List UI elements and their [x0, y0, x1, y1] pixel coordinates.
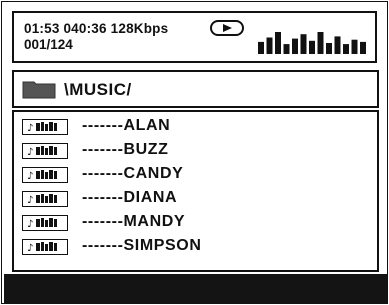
svg-text:♪: ♪: [27, 219, 33, 230]
list-item[interactable]: ♪ -------SIMPSON: [22, 237, 362, 259]
equalizer-bar: [334, 36, 341, 54]
svg-text:♪: ♪: [27, 195, 33, 206]
play-icon[interactable]: [210, 20, 244, 36]
music-file-icon: ♪: [22, 239, 68, 255]
equalizer-icon: [258, 32, 366, 54]
equalizer-bar: [317, 32, 324, 54]
equalizer-bar: [343, 44, 349, 54]
path-bar: \MUSIC/: [12, 70, 379, 108]
list-item[interactable]: ♪ -------BUZZ: [22, 141, 362, 163]
file-list: ♪ -------ALAN ♪ -------BUZZ ♪ -------CAN…: [12, 110, 379, 272]
equalizer-bar: [258, 41, 264, 54]
music-file-icon: ♪: [22, 143, 68, 159]
equalizer-bar: [300, 34, 307, 54]
list-item-label: -------DIANA: [82, 189, 178, 206]
list-item-label: -------BUZZ: [82, 141, 169, 158]
list-item-label: -------CANDY: [82, 165, 184, 182]
list-item[interactable]: ♪ -------ALAN: [22, 117, 362, 139]
bottom-status-bar: [4, 274, 387, 304]
svg-text:♪: ♪: [27, 147, 33, 158]
list-item-label: -------MANDY: [82, 213, 186, 230]
music-file-icon: ♪: [22, 119, 68, 135]
equalizer-bar: [326, 43, 332, 54]
music-file-icon: ♪: [22, 215, 68, 231]
equalizer-bar: [266, 37, 273, 54]
status-panel: 01:53 040:36 128Kbps 001/124: [12, 11, 377, 63]
list-item[interactable]: ♪ -------CANDY: [22, 165, 362, 187]
track-counter: 001/124: [24, 37, 73, 52]
svg-text:♪: ♪: [27, 123, 33, 134]
equalizer-bar: [275, 32, 281, 54]
equalizer-bar: [351, 39, 358, 54]
list-item-label: -------SIMPSON: [82, 237, 202, 254]
svg-text:♪: ♪: [27, 243, 33, 254]
svg-text:♪: ♪: [27, 171, 33, 182]
equalizer-bar: [283, 44, 290, 54]
music-file-icon: ♪: [22, 191, 68, 207]
time-bitrate-readout: 01:53 040:36 128Kbps: [24, 21, 169, 36]
equalizer-bar: [292, 38, 298, 54]
folder-icon: [22, 81, 56, 99]
list-item[interactable]: ♪ -------DIANA: [22, 189, 362, 211]
player-screen: 01:53 040:36 128Kbps 001/124 \MUSIC/ ♪ -…: [1, 1, 388, 304]
list-item-label: -------ALAN: [82, 117, 171, 134]
equalizer-bar: [360, 41, 366, 54]
music-file-icon: ♪: [22, 167, 68, 183]
list-item[interactable]: ♪ -------MANDY: [22, 213, 362, 235]
current-path: \MUSIC/: [64, 80, 132, 99]
equalizer-bar: [309, 40, 315, 54]
